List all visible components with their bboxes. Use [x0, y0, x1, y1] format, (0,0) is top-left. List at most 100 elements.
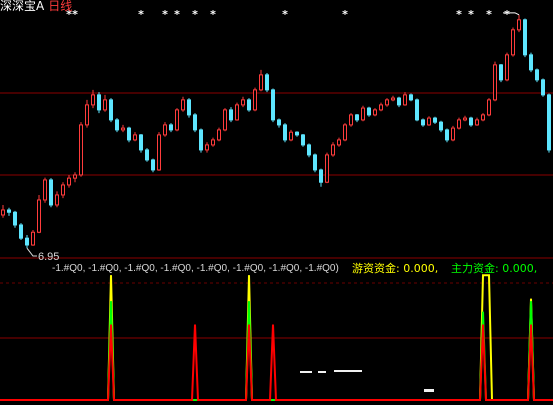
candle-up [121, 124, 125, 133]
candle-down [313, 153, 317, 173]
candle-body [439, 121, 443, 131]
candle-body [235, 104, 239, 121]
candle-body [151, 159, 155, 171]
candle-up [211, 137, 215, 147]
candle-down [409, 93, 413, 102]
candle-body [529, 54, 533, 71]
candle-up [205, 142, 209, 153]
candle-body [433, 117, 437, 123]
candle-down [13, 210, 17, 228]
signal-marker-icon: * [210, 8, 216, 21]
candle-up [493, 61, 497, 102]
signal-marker-icon: * [72, 8, 78, 21]
candle-body [169, 124, 173, 131]
candle-up [259, 69, 263, 92]
candle-down [523, 18, 527, 58]
signal-marker-icon: * [468, 8, 474, 21]
watermark-fragment [334, 370, 362, 372]
candle-body [391, 97, 395, 101]
candle-body [541, 79, 545, 96]
candle-body [67, 177, 71, 186]
candle-body [373, 109, 377, 116]
candle-up [253, 87, 257, 112]
candle-down [283, 123, 287, 143]
candle-body [211, 139, 215, 146]
candle-body [175, 109, 179, 131]
candle-down [199, 128, 203, 153]
candle-body [61, 184, 65, 196]
candle-body [103, 99, 107, 111]
price-panel[interactable]: * * * * * * * * * * * * * 6.95 [0, 8, 553, 263]
candle-up [103, 94, 107, 112]
candle-body [133, 134, 137, 141]
chart-canvas[interactable]: * * * * * * * * * * * * * 6.95 [0, 0, 553, 405]
signal-marker-icon: * [138, 8, 144, 21]
candle-up [337, 137, 341, 147]
candle-up [79, 122, 83, 177]
signal-marker-icon: * [162, 8, 168, 21]
candle-up [85, 99, 89, 128]
candle-up [289, 129, 293, 142]
candle-up [325, 152, 329, 184]
candle-down [277, 118, 281, 128]
candle-body [91, 94, 95, 106]
candle-down [355, 113, 359, 123]
candle-up [67, 174, 71, 188]
candle-down [301, 134, 305, 147]
candle-body [205, 144, 209, 151]
candle-down [439, 120, 443, 133]
indicator-line-main-force [0, 301, 553, 401]
candle-body [157, 134, 161, 171]
candle-body [127, 127, 131, 141]
candle-body [445, 129, 449, 141]
candle-body [241, 99, 245, 106]
candle-down [109, 98, 113, 123]
candle-body [349, 114, 353, 126]
candle-up [403, 92, 407, 106]
candle-down [25, 234, 29, 249]
candle-up [37, 194, 41, 234]
watermark-fragment [424, 389, 434, 392]
indicator-legend: -1.#Q0, -1.#Q0, -1.#Q0, -1.#Q0, -1.#Q0, … [0, 261, 553, 276]
signal-marker-icon: * [456, 8, 462, 21]
candle-body [517, 19, 521, 31]
candle-body [535, 69, 539, 81]
candle-body [25, 237, 29, 246]
candle-down [229, 107, 233, 123]
candle-up [463, 115, 467, 122]
candle-body [331, 144, 335, 156]
candle-body [97, 94, 101, 111]
candle-body [187, 99, 191, 116]
candle-body [511, 29, 515, 56]
chart-title-bar: 深深宝A 日线 [0, 0, 72, 14]
candle-body [37, 199, 41, 233]
stock-chart-window: * * * * * * * * * * * * * 6.95 深深宝A 日线 -1.#Q0, -1.#Q0… [0, 0, 553, 405]
indicator-panel[interactable] [0, 274, 553, 401]
candle-up [73, 172, 77, 183]
candle-down [295, 131, 299, 137]
watermark-fragment [300, 371, 312, 373]
candle-up [457, 117, 461, 130]
candle-down [247, 98, 251, 112]
candle-down [529, 52, 533, 73]
candle-down [319, 168, 323, 187]
candle-up [241, 96, 245, 108]
candle-down [541, 78, 545, 97]
candle-body [469, 117, 473, 126]
candle-up [181, 96, 185, 112]
candle-up [361, 105, 365, 122]
candle-down [187, 98, 191, 118]
candle-down [547, 93, 551, 153]
candle-down [49, 178, 53, 208]
candle-down [433, 116, 437, 124]
candle-up [511, 27, 515, 57]
candle-body [487, 99, 491, 116]
candle-up [487, 98, 491, 117]
candle-body [283, 124, 287, 141]
indicator-line-red [0, 324, 553, 401]
candle-body [115, 119, 119, 131]
candle-body [1, 209, 5, 216]
candle-body [361, 107, 365, 121]
indicator-params-text: -1.#Q0, -1.#Q0, -1.#Q0, -1.#Q0, -1.#Q0, … [52, 263, 339, 274]
candle-body [7, 209, 11, 213]
